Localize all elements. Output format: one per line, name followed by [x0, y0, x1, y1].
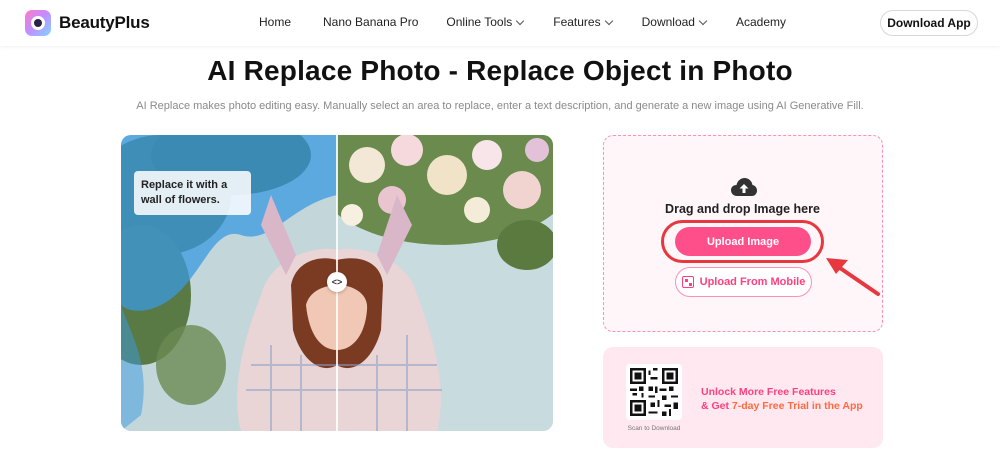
site-header: BeautyPlus Home Nano Banana Pro Online T…: [0, 0, 1000, 46]
upload-from-mobile-label: Upload From Mobile: [699, 276, 806, 288]
page-subtitle: AI Replace makes photo editing easy. Man…: [136, 100, 864, 112]
promo-line-2-prefix: & Get: [701, 400, 732, 412]
upload-from-mobile-button[interactable]: Upload From Mobile: [675, 267, 812, 297]
nav-label: Download: [641, 15, 695, 29]
after-image: [337, 135, 553, 431]
upload-image-button[interactable]: Upload Image: [675, 227, 811, 256]
download-app-button[interactable]: Download App: [880, 10, 978, 36]
scan-to-download-label: Scan to Download: [627, 425, 681, 432]
main-nav: Home Nano Banana Pro Online Tools Featur…: [259, 15, 786, 29]
nav-academy[interactable]: Academy: [736, 15, 786, 29]
promo-line-2-highlight: 7-day Free Trial in the App: [731, 400, 863, 412]
chevron-down-icon: [516, 16, 525, 25]
brand-logo[interactable]: BeautyPlus: [25, 10, 150, 36]
page-title: AI Replace Photo - Replace Object in Pho…: [207, 55, 793, 86]
chevron-down-icon: [604, 16, 613, 25]
upload-dropzone[interactable]: Drag and drop Image here Upload Image Up…: [603, 135, 883, 332]
nav-label: Home: [259, 15, 292, 29]
nav-label: Nano Banana Pro: [323, 15, 419, 29]
brand-name: BeautyPlus: [59, 13, 150, 32]
promo-text: Unlock More Free Features & Get 7-day Fr…: [701, 385, 863, 413]
nav-label: Academy: [735, 15, 787, 29]
chevron-down-icon: [698, 16, 708, 25]
nav-label: Online Tools: [446, 15, 513, 29]
app-promo-card: Scan to Download Unlock More Free Featur…: [603, 347, 883, 448]
prompt-bubble: Replace it with a wall of flowers.: [134, 171, 251, 215]
qr-code-icon: [681, 276, 694, 288]
drag-drop-text: Drag and drop Image here: [665, 202, 820, 216]
cloud-upload-icon: [731, 178, 757, 196]
nav-features[interactable]: Features: [553, 15, 613, 29]
nav-download[interactable]: Download: [641, 15, 708, 29]
promo-line-1: Unlock More Free Features: [701, 386, 836, 398]
nav-label: Features: [553, 15, 601, 29]
pointer-arrow-icon: [826, 258, 880, 296]
promo-line-2: & Get 7-day Free Trial in the App: [701, 399, 863, 413]
nav-online-tools[interactable]: Online Tools: [446, 15, 525, 29]
beautyplus-logo-icon: [25, 10, 51, 36]
compare-slider-handle[interactable]: <>: [327, 272, 347, 292]
nav-home[interactable]: Home: [259, 15, 291, 29]
nav-nano-banana-pro[interactable]: Nano Banana Pro: [323, 15, 418, 29]
before-after-demo: <> Replace it with a wall of flowers.: [121, 135, 553, 431]
download-qr-code[interactable]: [626, 364, 682, 420]
